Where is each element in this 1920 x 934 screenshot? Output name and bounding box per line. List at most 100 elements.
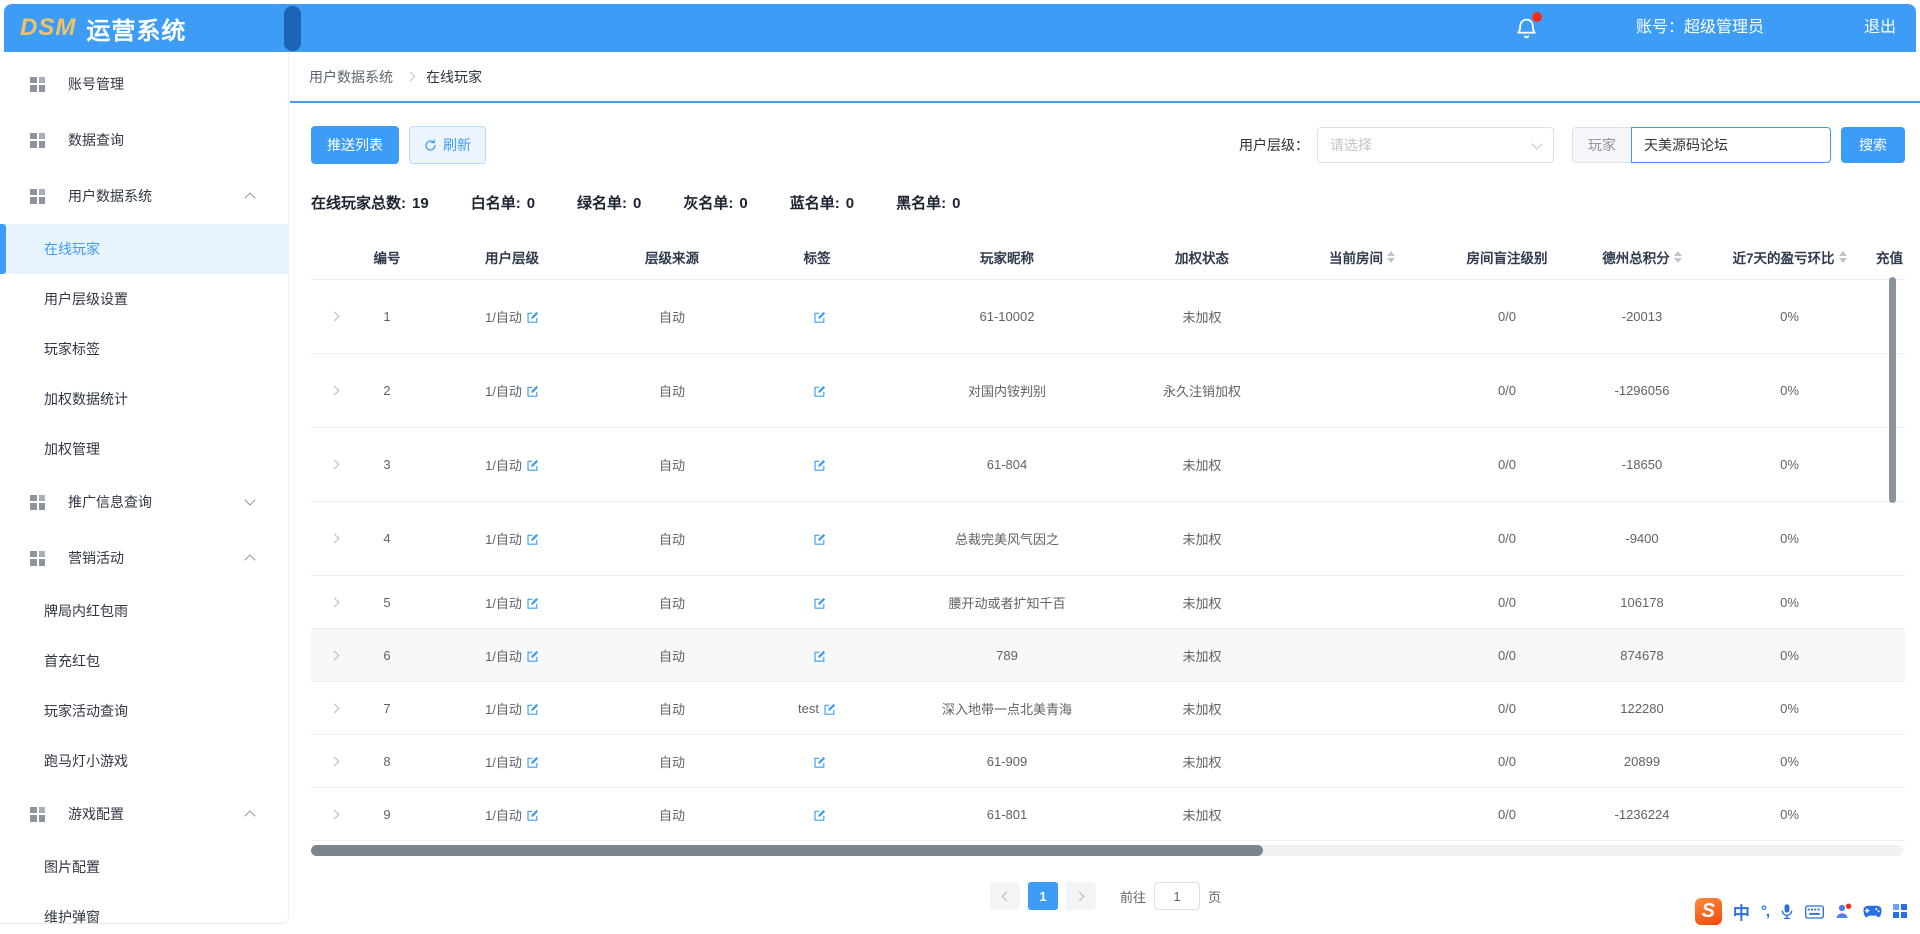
sidebar-item[interactable]: 推广信息查询: [0, 474, 288, 530]
table-row[interactable]: 31/自动自动61-804未加权0/0-186500%: [311, 428, 1905, 502]
edit-icon[interactable]: [813, 756, 826, 769]
user-level-select[interactable]: 请选择: [1317, 127, 1554, 163]
expand-row-icon[interactable]: [329, 756, 339, 766]
punctuation-icon[interactable]: °,: [1761, 903, 1769, 920]
table-row[interactable]: 91/自动自动61-801未加权0/0-12362240%: [311, 788, 1905, 841]
edit-icon[interactable]: [813, 533, 826, 546]
expand-row-icon[interactable]: [329, 534, 339, 544]
player-search-input[interactable]: [1631, 127, 1831, 163]
table-row[interactable]: 81/自动自动61-909未加权0/0208990%: [311, 735, 1905, 788]
cell-current_room: [1287, 428, 1437, 501]
gamepad-icon[interactable]: [1863, 905, 1882, 918]
edit-icon[interactable]: [526, 459, 539, 472]
edit-icon[interactable]: [823, 703, 836, 716]
sidebar-item[interactable]: 玩家活动查询: [0, 686, 288, 736]
table-row[interactable]: 41/自动自动总裁完美风气因之未加权0/0-94000%: [311, 502, 1905, 576]
sidebar-item[interactable]: 图片配置: [0, 842, 288, 892]
edit-icon[interactable]: [526, 385, 539, 398]
cell-blind_level: 0/0: [1437, 280, 1577, 353]
page-unit-label: 页: [1208, 887, 1221, 906]
expand-row-icon[interactable]: [329, 312, 339, 322]
sidebar-item[interactable]: 用户层级设置: [0, 274, 288, 324]
push-list-button[interactable]: 推送列表: [311, 126, 399, 164]
edit-icon[interactable]: [526, 533, 539, 546]
edit-icon[interactable]: [526, 809, 539, 822]
edit-icon[interactable]: [813, 809, 826, 822]
expand-row-icon[interactable]: [329, 703, 339, 713]
horizontal-scrollbar[interactable]: [311, 845, 1903, 856]
edit-icon[interactable]: [813, 650, 826, 663]
cell-index: 1: [357, 280, 417, 353]
edit-icon[interactable]: [526, 597, 539, 610]
sort-icon[interactable]: [1839, 251, 1847, 263]
sidebar-item[interactable]: 加权数据统计: [0, 374, 288, 424]
sort-icon[interactable]: [1674, 251, 1682, 263]
chevron-up-icon: [244, 192, 255, 203]
expand-row-icon[interactable]: [329, 460, 339, 470]
chinese-mode-icon[interactable]: 中: [1733, 899, 1750, 924]
edit-icon[interactable]: [526, 756, 539, 769]
edit-icon[interactable]: [813, 459, 826, 472]
sidebar-item[interactable]: 加权管理: [0, 424, 288, 474]
sidebar-item[interactable]: 玩家标签: [0, 324, 288, 374]
column-header-texas_score[interactable]: 德州总积分: [1577, 234, 1707, 279]
column-header-nickname: 玩家昵称: [897, 234, 1117, 279]
keyboard-icon[interactable]: [1805, 905, 1824, 919]
edit-icon[interactable]: [526, 650, 539, 663]
horizontal-scrollbar-thumb[interactable]: [311, 845, 1263, 856]
breadcrumb-item[interactable]: 用户数据系统: [309, 67, 393, 87]
edit-icon[interactable]: [813, 385, 826, 398]
expand-row-icon[interactable]: [329, 597, 339, 607]
cell-level_source: 自动: [607, 354, 737, 427]
sidebar-item-label: 推广信息查询: [68, 492, 152, 512]
sidebar-item[interactable]: 用户数据系统: [0, 168, 288, 224]
sidebar-item[interactable]: 游戏配置: [0, 786, 288, 842]
sidebar-item[interactable]: 数据查询: [0, 112, 288, 168]
stat-item: 灰名单:0: [683, 192, 747, 213]
vertical-scrollbar-thumb[interactable]: [1889, 277, 1896, 503]
expand-row-icon[interactable]: [329, 386, 339, 396]
cell-level: 1/自动: [417, 682, 607, 734]
cell-level_source: 自动: [607, 428, 737, 501]
sidebar-item[interactable]: 营销活动: [0, 530, 288, 586]
prev-page-button[interactable]: [990, 882, 1020, 910]
sort-icon[interactable]: [1387, 251, 1395, 263]
edit-icon[interactable]: [813, 597, 826, 610]
edit-icon[interactable]: [526, 703, 539, 716]
sogou-logo-icon[interactable]: S: [1695, 898, 1722, 925]
sidebar-item[interactable]: 维护弹窗: [0, 892, 288, 934]
sidebar-item[interactable]: 首充红包: [0, 636, 288, 686]
table-row[interactable]: 61/自动自动789未加权0/08746780%: [311, 629, 1905, 682]
chevron-down-icon: [244, 494, 255, 505]
column-header-profit_ratio[interactable]: 近7天的盈亏环比: [1707, 234, 1872, 279]
cell-weight_status: 未加权: [1117, 576, 1287, 628]
expand-row-icon[interactable]: [329, 809, 339, 819]
toolbox-grid-icon[interactable]: [1893, 904, 1908, 919]
cell-current_room: [1287, 576, 1437, 628]
page-number-current[interactable]: 1: [1028, 882, 1058, 910]
edit-icon[interactable]: [813, 311, 826, 324]
table-row[interactable]: 51/自动自动腰开动或者扩知千百未加权0/01061780%: [311, 576, 1905, 629]
table-row[interactable]: 71/自动自动test深入地带一点北美青海未加权0/01222800%: [311, 682, 1905, 735]
sidebar-collapse-handle[interactable]: [284, 6, 301, 51]
edit-icon[interactable]: [526, 311, 539, 324]
expand-row-icon[interactable]: [329, 650, 339, 660]
notification-bell-icon[interactable]: [1514, 15, 1540, 41]
cell-recharge: [1872, 788, 1905, 840]
column-header-current_room[interactable]: 当前房间: [1287, 234, 1437, 279]
sidebar-item[interactable]: 在线玩家: [0, 224, 288, 274]
skin-figure-icon[interactable]: [1835, 903, 1852, 920]
goto-page-input[interactable]: [1154, 882, 1200, 910]
cell-tag: [737, 354, 897, 427]
cell-expand: [311, 428, 357, 501]
microphone-icon[interactable]: [1780, 903, 1794, 920]
sidebar-item[interactable]: 跑马灯小游戏: [0, 736, 288, 786]
table-row[interactable]: 11/自动自动61-10002未加权0/0-200130%: [311, 280, 1905, 354]
logout-button[interactable]: 退出: [1864, 4, 1896, 52]
table-row[interactable]: 21/自动自动对国内铵判别永久注销加权0/0-12960560%: [311, 354, 1905, 428]
sidebar-item[interactable]: 账号管理: [0, 56, 288, 112]
sidebar-item[interactable]: 牌局内红包雨: [0, 586, 288, 636]
search-button[interactable]: 搜索: [1841, 127, 1905, 163]
refresh-button[interactable]: 刷新: [409, 126, 486, 164]
next-page-button[interactable]: [1066, 882, 1096, 910]
